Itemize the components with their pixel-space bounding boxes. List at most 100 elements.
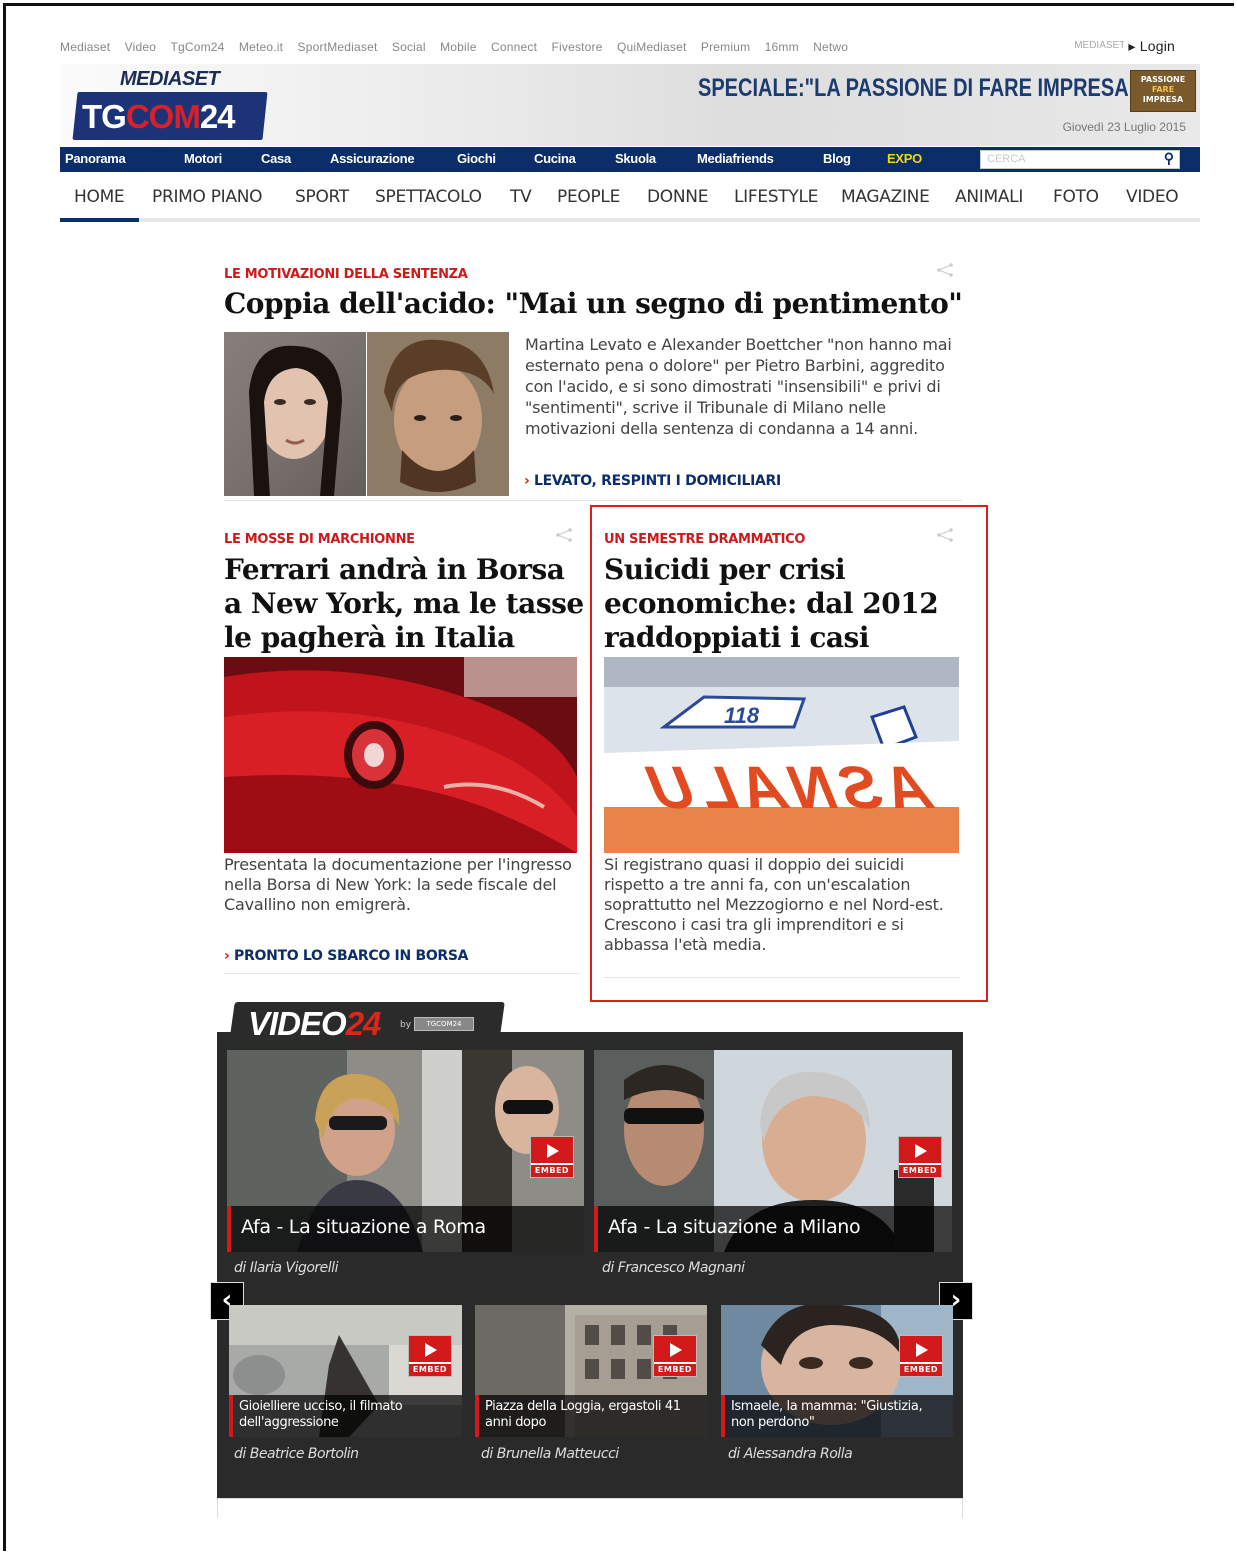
embed-button[interactable]: EMBED xyxy=(898,1136,942,1178)
network-link-quimediaset[interactable]: QuiMediaset xyxy=(617,40,687,54)
video-thumb-small-1[interactable]: EMBED Gioielliere ucciso, il filmato del… xyxy=(229,1305,462,1437)
badge-line-2: FARE xyxy=(1151,85,1175,94)
nav-motori[interactable]: Motori xyxy=(184,151,222,166)
tab-spettacolo[interactable]: SPETTACOLO xyxy=(375,187,482,207)
video-thumb-big-2[interactable]: EMBED Afa - La situazione a Milano xyxy=(594,1050,952,1252)
main-article-image[interactable] xyxy=(224,332,509,496)
mediaset-it-logo[interactable]: MEDIASET.it xyxy=(1070,40,1132,51)
video-caption[interactable]: Piazza della Loggia, ergastoli 41 anni d… xyxy=(475,1395,707,1437)
left-article-summary: Presentata la documentazione per l'ingre… xyxy=(224,855,572,914)
play-icon xyxy=(899,1137,941,1163)
main-article-summary: Martina Levato e Alexander Boettcher "no… xyxy=(525,335,952,438)
embed-label: EMBED xyxy=(899,1163,941,1177)
divider xyxy=(224,500,962,501)
tab-people[interactable]: PEOPLE xyxy=(557,187,620,207)
video-caption[interactable]: Afa - La situazione a Roma xyxy=(227,1206,584,1252)
main-article-related-link[interactable]: LEVATO, RESPINTI I DOMICILIARI xyxy=(524,473,781,489)
video-caption[interactable]: Afa - La situazione a Milano xyxy=(594,1206,952,1252)
network-link-premium[interactable]: Premium xyxy=(701,40,750,54)
tab-lifestyle[interactable]: LIFESTYLE xyxy=(734,187,818,207)
logo-24: 24 xyxy=(199,98,236,135)
portrait-photos xyxy=(224,332,509,496)
next-section-stub xyxy=(217,1498,963,1518)
nav-giochi[interactable]: Giochi xyxy=(457,151,496,166)
nav-assicurazione[interactable]: Assicurazione xyxy=(330,151,415,166)
tab-video[interactable]: VIDEO xyxy=(1126,187,1179,207)
ferrari-photo xyxy=(224,657,577,853)
embed-button[interactable]: EMBED xyxy=(530,1136,574,1178)
active-tab-indicator xyxy=(60,218,139,222)
svg-text:118: 118 xyxy=(724,703,760,728)
left-article-headline[interactable]: Ferrari andrà in Borsa a New York, ma le… xyxy=(224,553,584,655)
network-link-16mm[interactable]: 16mm xyxy=(765,40,799,54)
divider xyxy=(604,977,960,978)
login-link[interactable]: ▸ Login xyxy=(1124,40,1175,55)
logo-com: COM xyxy=(125,98,201,135)
play-icon xyxy=(654,1336,696,1362)
nav-panorama[interactable]: Panorama xyxy=(65,151,126,166)
search-placeholder: CERCA xyxy=(987,153,1026,165)
tab-magazine[interactable]: MAGAZINE xyxy=(841,187,930,207)
network-link-mobile[interactable]: Mobile xyxy=(440,40,477,54)
nav-mediafriends[interactable]: Mediafriends xyxy=(697,151,774,166)
main-article-kicker[interactable]: LE MOTIVAZIONI DELLA SENTENZA xyxy=(224,267,468,282)
network-link-mediaset[interactable]: Mediaset xyxy=(60,40,110,54)
share-icon[interactable] xyxy=(936,263,954,277)
network-link-connect[interactable]: Connect xyxy=(491,40,537,54)
embed-button[interactable]: EMBED xyxy=(899,1335,943,1377)
tab-sport[interactable]: SPORT xyxy=(295,187,349,207)
tab-donne[interactable]: DONNE xyxy=(647,187,708,207)
tgcom24-logo-text[interactable]: TGCOM24 xyxy=(82,98,236,136)
right-article-headline[interactable]: Suicidi per crisi economiche: dal 2012 r… xyxy=(604,553,964,655)
network-link-video[interactable]: Video xyxy=(125,40,156,54)
embed-button[interactable]: EMBED xyxy=(653,1335,697,1377)
embed-label: EMBED xyxy=(654,1362,696,1376)
speciale-banner[interactable]: SPECIALE:"LA PASSIONE DI FARE IMPRESA" xyxy=(698,74,1138,103)
right-article-kicker[interactable]: UN SEMESTRE DRAMMATICO xyxy=(604,532,805,547)
nav-skuola[interactable]: Skuola xyxy=(615,151,656,166)
embed-label: EMBED xyxy=(900,1362,942,1376)
tab-tv[interactable]: TV xyxy=(510,187,532,207)
video-author: di Beatrice Bortolin xyxy=(234,1446,359,1462)
left-article-image[interactable] xyxy=(224,657,577,853)
network-link-tgcom24[interactable]: TgCom24 xyxy=(170,40,224,54)
tab-home[interactable]: HOME xyxy=(74,187,125,207)
video24-title-white: VIDEO xyxy=(248,1005,347,1042)
network-link-network[interactable]: Netwo xyxy=(813,40,848,54)
nav-casa[interactable]: Casa xyxy=(261,151,291,166)
speciale-badge[interactable]: PASSIONE FARE IMPRESA xyxy=(1130,70,1196,112)
nav-blog[interactable]: Blog xyxy=(823,151,851,166)
video24-title[interactable]: VIDEO24 xyxy=(248,1005,381,1043)
services-nav: Panorama Motori Casa Assicurazione Gioch… xyxy=(60,147,1200,172)
section-nav: HOME PRIMO PIANO SPORT SPETTACOLO TV PEO… xyxy=(60,174,1200,222)
network-link-meteo[interactable]: Meteo.it xyxy=(239,40,283,54)
right-article-summary: Si registrano quasi il doppio dei suicid… xyxy=(604,855,944,954)
left-article-kicker[interactable]: LE MOSSE DI MARCHIONNE xyxy=(224,532,415,547)
main-article-headline[interactable]: Coppia dell'acido: "Mai un segno di pent… xyxy=(224,287,963,320)
nav-cucina[interactable]: Cucina xyxy=(534,151,576,166)
share-icon[interactable] xyxy=(936,528,954,542)
video-caption[interactable]: Ismaele, la mamma: "Giustizia, non perdo… xyxy=(721,1395,953,1437)
logo-tg: TG xyxy=(82,98,127,135)
badge-line-3: IMPRESA xyxy=(1142,95,1184,104)
header-date: Giovedì 23 Luglio 2015 xyxy=(1062,120,1186,134)
video-thumb-small-3[interactable]: EMBED Ismaele, la mamma: "Giustizia, non… xyxy=(721,1305,953,1437)
search-icon[interactable]: ⚲ xyxy=(1164,150,1174,167)
share-icon[interactable] xyxy=(555,528,573,542)
network-link-fivestore[interactable]: Fivestore xyxy=(551,40,602,54)
video-caption[interactable]: Gioielliere ucciso, il filmato dell'aggr… xyxy=(229,1395,462,1437)
tab-primo-piano[interactable]: PRIMO PIANO xyxy=(152,187,263,207)
right-article-image[interactable]: 118 ASNALU xyxy=(604,657,959,853)
search-input[interactable]: CERCA ⚲ xyxy=(980,150,1180,169)
embed-button[interactable]: EMBED xyxy=(408,1335,452,1377)
nav-expo[interactable]: EXPO xyxy=(887,151,922,166)
video-thumb-small-2[interactable]: EMBED Piazza della Loggia, ergastoli 41 … xyxy=(475,1305,707,1437)
video-thumb-big-1[interactable]: EMBED Afa - La situazione a Roma xyxy=(227,1050,584,1252)
left-article-related-link[interactable]: PRONTO LO SBARCO IN BORSA xyxy=(224,948,468,964)
site-header: MEDIASET TGCOM24 SPECIALE:"LA PASSIONE D… xyxy=(60,64,1200,146)
tab-foto[interactable]: FOTO xyxy=(1053,187,1099,207)
divider xyxy=(224,973,579,974)
network-link-sportmediaset[interactable]: SportMediaset xyxy=(298,40,378,54)
tab-animali[interactable]: ANIMALI xyxy=(955,187,1023,207)
network-link-social[interactable]: Social xyxy=(392,40,426,54)
